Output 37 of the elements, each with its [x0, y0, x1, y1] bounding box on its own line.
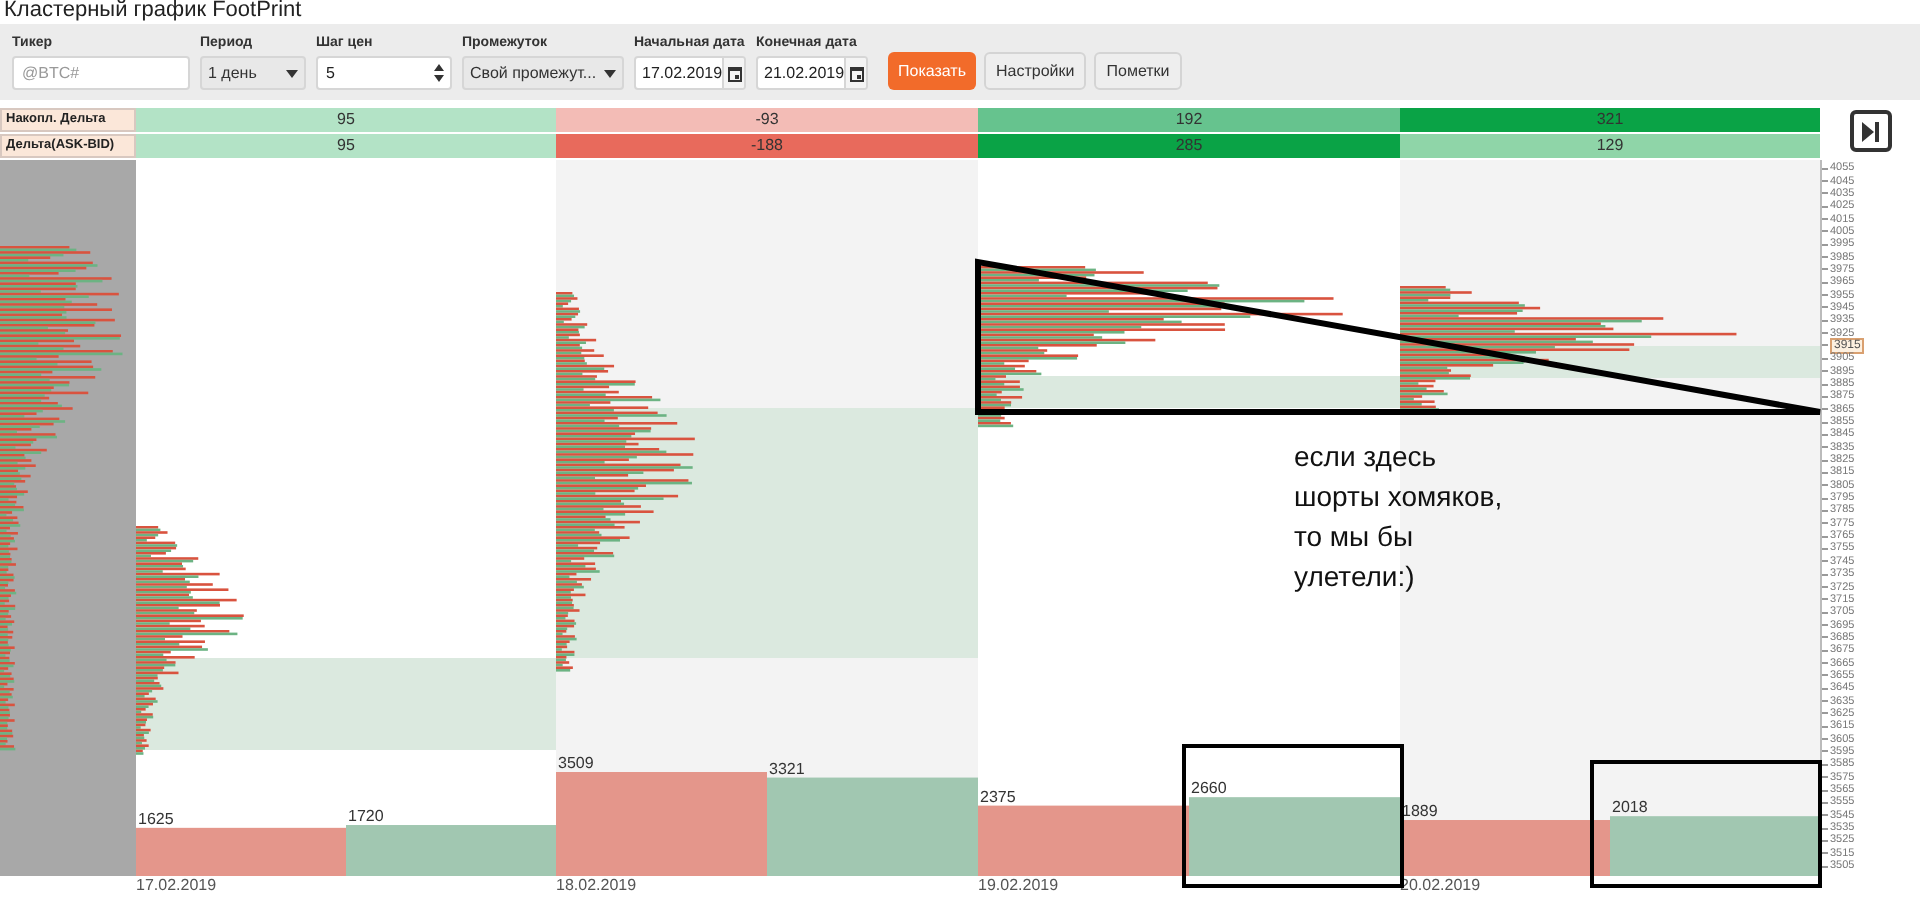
date-field[interactable]: 17.02.2019 [634, 56, 746, 90]
delta-cell: 285 [978, 134, 1400, 158]
toolbar-button[interactable]: Настройки [984, 52, 1087, 90]
calendar-icon [727, 65, 742, 81]
ticker-field[interactable]: @BTC# [12, 56, 190, 90]
volume-label: 2375 [980, 787, 1016, 806]
annotation-text: если здесь шорты хомяков, то мы бы улетели:) [1294, 438, 1503, 596]
caret-icon [286, 69, 298, 77]
volume-label: 2018 [1612, 798, 1648, 817]
window-title: Кластерный график FootPrint [0, 0, 302, 20]
volume-label: 1625 [138, 809, 174, 828]
volume-label: 3321 [769, 759, 805, 778]
step-field[interactable]: 5 [316, 56, 452, 90]
delta-cell: -188 [556, 134, 978, 158]
volume-label: 1889 [1402, 802, 1438, 820]
date-label: 17.02.2019 [136, 876, 217, 896]
date-label: 20.02.2019 [1400, 876, 1481, 896]
toolbar-button[interactable]: Пометки [1094, 52, 1182, 90]
select-field[interactable]: 1 день [200, 56, 306, 90]
volume-label: 1720 [348, 807, 384, 825]
spinner-icon [434, 64, 444, 82]
delta-cell: 95 [136, 134, 556, 158]
date-label: 19.02.2019 [978, 876, 1059, 896]
select-field[interactable]: Свой промежут... [462, 56, 624, 90]
delta-cell: 192 [978, 108, 1400, 132]
delta-cell: 95 [136, 108, 556, 132]
caret-icon [604, 69, 616, 77]
date-label: 18.02.2019 [556, 876, 637, 896]
volume-label: 2660 [1191, 779, 1227, 798]
delta-cell: 129 [1400, 134, 1820, 158]
date-field[interactable]: 21.02.2019 [756, 56, 868, 90]
delta-cell: 321 [1400, 108, 1820, 132]
volume-label: 3509 [558, 754, 594, 772]
calendar-icon [849, 65, 864, 81]
skip-to-end-button[interactable] [1849, 110, 1891, 152]
skip-end-icon [1860, 121, 1880, 141]
delta-cell: -93 [556, 108, 978, 132]
